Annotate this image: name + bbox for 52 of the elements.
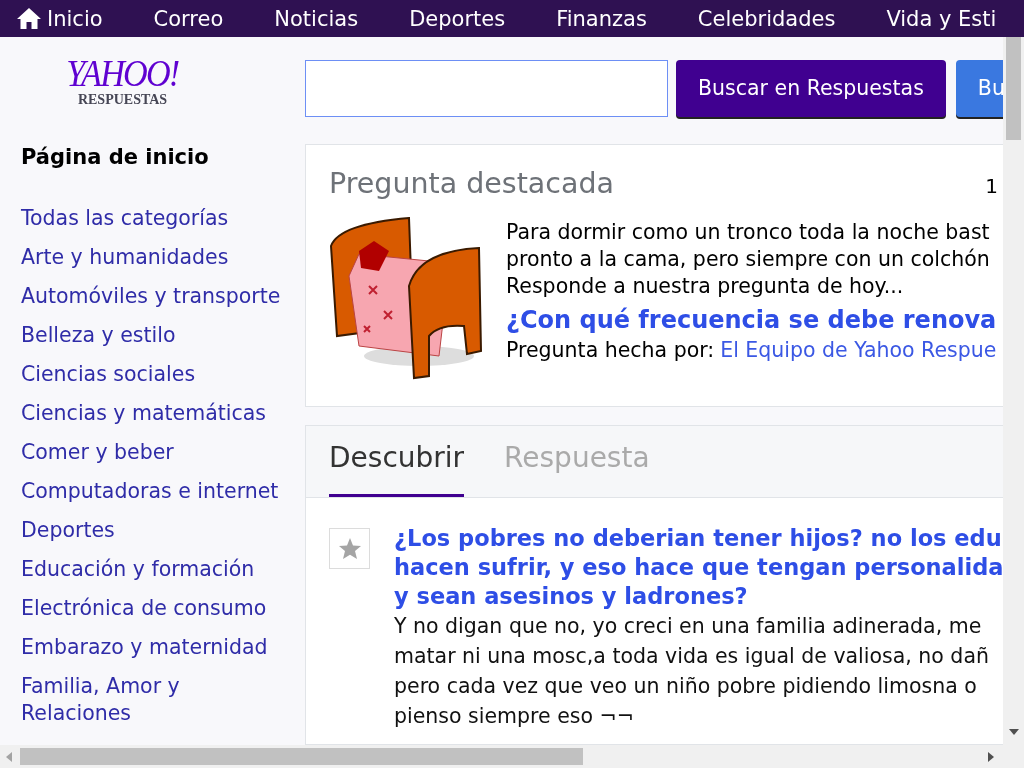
category-link[interactable]: Educación y formación [21, 556, 255, 583]
counter: 1 [985, 173, 998, 200]
category-link[interactable]: Todas las categorías [21, 205, 229, 232]
nav-link[interactable]: Finanzas [556, 6, 647, 31]
category-link[interactable]: Automóviles y transporte [21, 283, 281, 310]
horizontal-scrollbar[interactable] [0, 745, 1024, 768]
scrollbar-thumb[interactable] [1006, 37, 1021, 140]
home-icon [17, 8, 41, 29]
question-text-line: pienso siempre eso ¬¬ [394, 703, 635, 730]
category-link[interactable]: Familia, Amor y Relaciones [21, 673, 291, 727]
logo-subtitle: RESPUESTAS [77, 91, 168, 109]
category-link[interactable]: Computadoras e internet [21, 478, 279, 505]
question-text-line: Y no digan que no, yo creci en una familia adinerada, me [394, 613, 983, 640]
author-link[interactable]: El Equipo de Yahoo Respue [720, 337, 997, 362]
category-link[interactable]: Embarazo y maternidad [21, 634, 268, 661]
scrollbar-thumb[interactable] [20, 748, 583, 765]
category-link[interactable]: Comer y beber [21, 439, 174, 466]
search-field[interactable] [305, 60, 668, 117]
vertical-scrollbar[interactable] [1003, 37, 1024, 745]
category-link[interactable]: Ciencias y matemáticas [21, 400, 266, 427]
search-button[interactable]: Buscar en Respuestas [676, 60, 946, 117]
question-title-line[interactable]: hacen sufrir, y eso hace que tengan personalida [394, 553, 1003, 582]
category-link[interactable]: Electrónica de consumo [21, 595, 267, 622]
question-title-line[interactable]: ¿Los pobres no deberian tener hijos? no los edu [394, 524, 1003, 553]
nav-link[interactable]: Deportes [409, 6, 506, 31]
category-link[interactable]: Deportes [21, 517, 115, 544]
featured-text-line: pronto a la cama, pero siempre con un colchón [506, 245, 991, 273]
tab[interactable]: Descubrir [329, 441, 465, 497]
featured-question-link[interactable]: ¿Con qué frecuencia se debe renova [506, 301, 997, 338]
star-icon [338, 538, 361, 559]
category-link[interactable]: Arte y humanidades [21, 244, 229, 271]
category-link[interactable]: Ciencias sociales [21, 361, 196, 388]
logo-text[interactable]: YAHOO! [66, 55, 179, 91]
question-title-line[interactable]: y sean asesinos y ladrones? [394, 582, 1003, 611]
scroll-down-icon[interactable] [1008, 729, 1019, 735]
sidebar-heading: Página de inicio [21, 145, 210, 171]
card-title: Pregunta destacada [329, 166, 615, 202]
nav-link[interactable]: Noticias [274, 6, 359, 31]
category-link[interactable]: Belleza y estilo [21, 322, 176, 349]
nav-link[interactable]: Correo [153, 6, 224, 31]
featured-text-line: Responde a nuestra pregunta de hoy... [506, 272, 905, 300]
asked-by-label: Pregunta hecha por: [506, 337, 715, 362]
question-text-line: matar ni una mosc,a toda vida es igual de valiosa, no dañ [394, 643, 990, 670]
scroll-right-icon[interactable] [988, 751, 994, 762]
search-button[interactable]: Bu [955, 60, 1003, 117]
nav-link[interactable]: Celebridades [697, 6, 836, 31]
nav-link[interactable]: Inicio [17, 6, 103, 31]
featured-text-line: Para dormir como un tronco toda la noche bast [506, 218, 991, 246]
scroll-left-icon[interactable] [6, 751, 12, 762]
nav-link[interactable]: Vida y Esti [886, 6, 997, 31]
favorite-button[interactable] [329, 528, 370, 569]
question-text-line: pero cada vez que veo un niño pobre pidiendo limosna o [394, 673, 978, 700]
